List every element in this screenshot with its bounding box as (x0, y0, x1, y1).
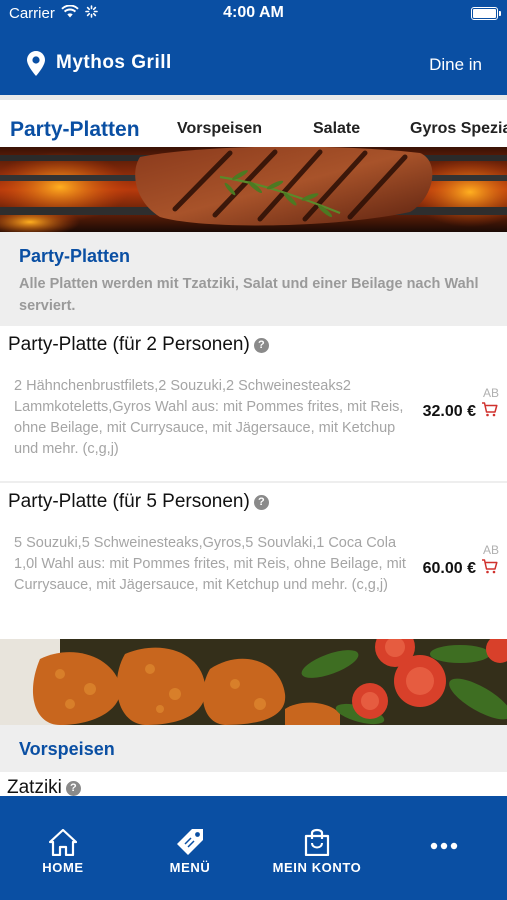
nav-label: MEIN KONTO (272, 860, 362, 875)
item-price: 60.00 € (422, 560, 476, 577)
item-name: Party-Platte (für 5 Personen) (8, 491, 250, 512)
location-pin-icon[interactable] (27, 51, 45, 81)
nav-home[interactable]: HOME (13, 826, 113, 875)
party-platten-banner-image (0, 147, 507, 232)
item-description: 2 Hähnchenbrustfilets,2 Souzuki,2 Schwei… (14, 378, 404, 457)
section-title: Party-Platten (19, 246, 131, 266)
section-header-vorspeisen: Vorspeisen (0, 725, 507, 772)
nav-menu[interactable]: MENÜ (140, 826, 240, 875)
menu-item-party-platte-2[interactable]: Party-Platte (für 2 Personen) ? 2 Hähnch… (0, 326, 507, 482)
status-bar: Carrier 4:00 AM (0, 0, 507, 28)
nav-label: MENÜ (169, 860, 211, 875)
item-title: Party-Platte (für 2 Personen) ? (8, 334, 269, 356)
category-tabs: Party-Platten Vorspeisen Salate Gyros Sp… (0, 95, 507, 147)
battery-icon (471, 7, 501, 20)
nav-account[interactable]: MEIN KONTO (267, 826, 367, 875)
item-price: 32.00 € (422, 403, 476, 420)
menu-item-zatziki[interactable]: Zatziki ? (0, 772, 507, 796)
vorspeisen-banner-image (0, 639, 507, 725)
item-description: 5 Souzuki,5 Schweinesteaks,Gyros,5 Souvl… (14, 535, 406, 593)
item-title: Zatziki ? (7, 777, 81, 796)
cart-icon[interactable] (481, 559, 498, 579)
tab-vorspeisen[interactable]: Vorspeisen (177, 120, 262, 138)
nav-label: HOME (42, 860, 84, 875)
app-bar: Mythos Grill Dine in (0, 48, 507, 82)
item-name: Party-Platte (für 2 Personen) (8, 334, 250, 355)
store-name[interactable]: Mythos Grill (56, 52, 172, 74)
price-prefix: AB (482, 386, 499, 400)
nav-more[interactable] (394, 826, 494, 854)
bottom-navigation: HOME MENÜ MEIN KONTO (0, 796, 507, 900)
status-time: 4:00 AM (223, 4, 284, 21)
home-icon (13, 826, 113, 856)
info-icon[interactable]: ? (253, 337, 269, 353)
app-header: Carrier 4:00 AM Mythos Grill Dine in (0, 0, 507, 95)
info-icon[interactable]: ? (65, 780, 81, 796)
tab-salate[interactable]: Salate (313, 120, 360, 138)
price-block[interactable]: 32.00 € (423, 402, 498, 422)
cart-icon[interactable] (481, 402, 498, 422)
price-block[interactable]: 60.00 € (423, 559, 498, 579)
item-title: Party-Platte (für 5 Personen) ? (8, 491, 269, 513)
tab-party-platten[interactable]: Party-Platten (10, 118, 140, 142)
section-description: Alle Platten werden mit Tzatziki, Salat … (19, 276, 479, 314)
section-title: Vorspeisen (19, 739, 115, 759)
item-name: Zatziki (7, 777, 62, 796)
dine-in-selector[interactable]: Dine in (429, 55, 482, 75)
price-prefix: AB (482, 543, 499, 557)
tab-gyros-spezialitaeten[interactable]: Gyros Spezialitäten (410, 120, 507, 138)
menu-item-party-platte-5[interactable]: Party-Platte (für 5 Personen) ? 5 Souzuk… (0, 483, 507, 639)
info-icon[interactable]: ? (253, 494, 269, 510)
tag-icon (140, 826, 240, 856)
shopping-bag-icon (267, 826, 367, 856)
section-header-party-platten: Party-Platten Alle Platten werden mit Tz… (0, 232, 507, 326)
more-icon (394, 826, 494, 850)
